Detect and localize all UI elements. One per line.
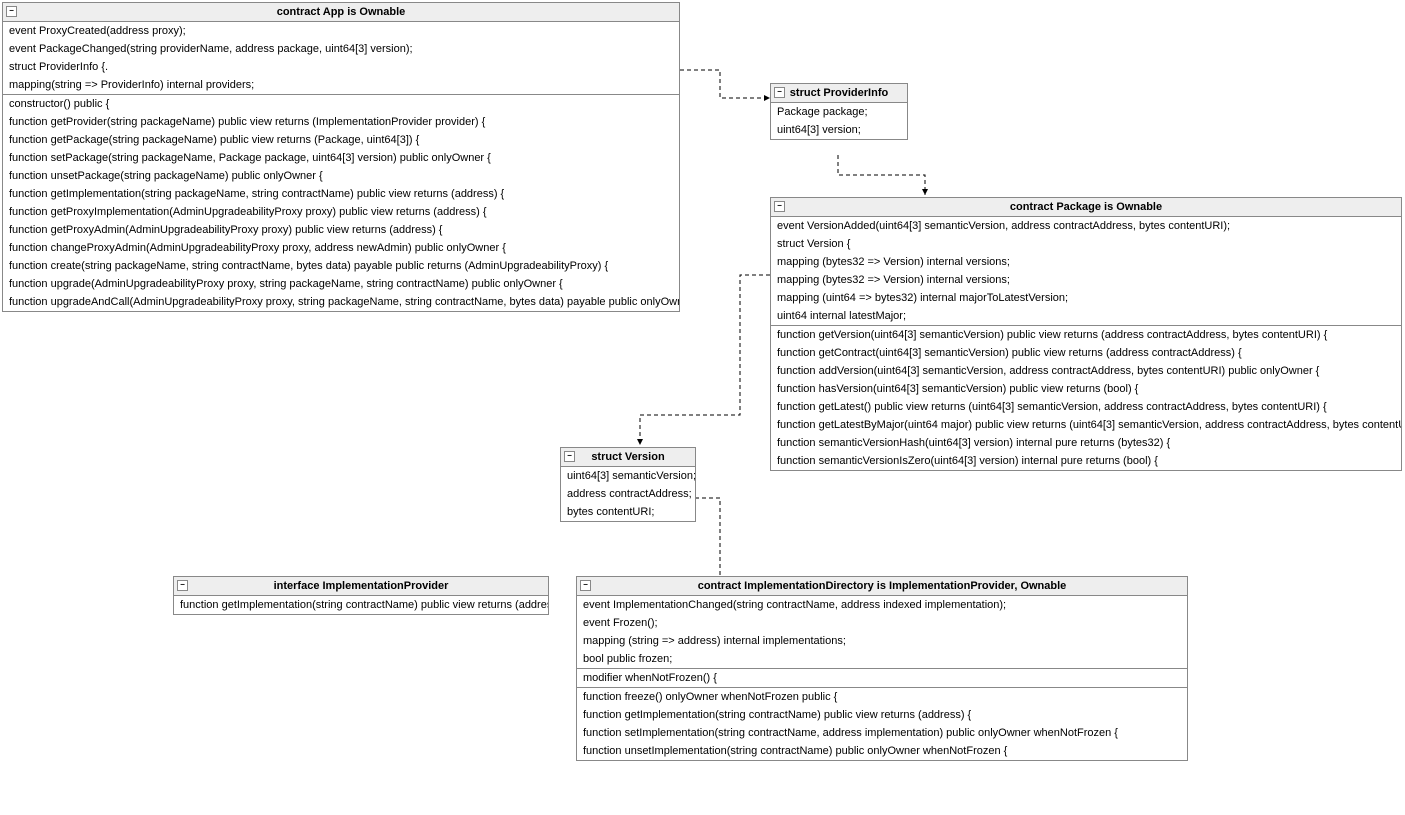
code-line: Package package; [771,103,907,121]
code-line: struct Version { [771,235,1401,253]
collapse-icon[interactable]: − [177,580,188,591]
collapse-icon[interactable]: − [774,201,785,212]
collapse-icon[interactable]: − [564,451,575,462]
idir-mods: modifier whenNotFrozen() { [577,669,1187,688]
code-line: uint64[3] version; [771,121,907,139]
code-line: function getImplementation(string packag… [3,185,679,203]
code-line: event ProxyCreated(address proxy); [3,22,679,40]
code-line: function upgradeAndCall(AdminUpgradeabil… [3,293,679,311]
code-line: function getContract(uint64[3] semanticV… [771,344,1401,362]
code-line: function getLatestByMajor(uint64 major) … [771,416,1401,434]
code-line: event PackageChanged(string providerName… [3,40,679,58]
code-line: function getProxyImplementation(AdminUpg… [3,203,679,221]
code-line: function semanticVersionIsZero(uint64[3]… [771,452,1401,470]
code-line: mapping (bytes32 => Version) internal ve… [771,271,1401,289]
code-line: function getPackage(string packageName) … [3,131,679,149]
package-funcs: function getVersion(uint64[3] semanticVe… [771,326,1401,470]
code-line: mapping (uint64 => bytes32) internal maj… [771,289,1401,307]
idir-contract: − contract ImplementationDirectory is Imp… [576,576,1188,761]
code-line: event ImplementationChanged(string contr… [577,596,1187,614]
code-line: mapping (string => address) internal imp… [577,632,1187,650]
code-line: function changeProxyAdmin(AdminUpgradeab… [3,239,679,257]
code-line: struct ProviderInfo {. [3,58,679,76]
iprov-interface: − interface ImplementationProvider functi… [173,576,549,615]
code-line: address contractAddress; [561,485,695,503]
code-line: function getVersion(uint64[3] semanticVe… [771,326,1401,344]
code-line: function hasVersion(uint64[3] semanticVe… [771,380,1401,398]
code-line: constructor() public { [3,95,679,113]
app-events: event ProxyCreated(address proxy); event… [3,22,679,95]
code-line: function unsetImplementation(string cont… [577,742,1187,760]
code-line: function getImplementation(string contra… [174,596,548,614]
code-line: uint64[3] semanticVersion; [561,467,695,485]
code-line: function setPackage(string packageName, … [3,149,679,167]
version-title: struct Version [591,451,664,463]
providerinfo-title: struct ProviderInfo [790,87,888,99]
code-line: bytes contentURI; [561,503,695,521]
code-line: function addVersion(uint64[3] semanticVe… [771,362,1401,380]
version-struct: − struct Version uint64[3] semanticVersio… [560,447,696,522]
app-title: contract App is Ownable [277,6,406,18]
code-line: function upgrade(AdminUpgradeabilityProx… [3,275,679,293]
code-line: function getImplementation(string contra… [577,706,1187,724]
app-contract: − contract App is Ownable event ProxyCrea… [2,2,680,312]
code-line: function unsetPackage(string packageName… [3,167,679,185]
code-line: function semanticVersionHash(uint64[3] v… [771,434,1401,452]
code-line: mapping(string => ProviderInfo) internal… [3,76,679,94]
code-line: event Frozen(); [577,614,1187,632]
providerinfo-struct: −struct ProviderInfo Package package; ui… [770,83,908,140]
iprov-title: interface ImplementationProvider [274,580,449,592]
code-line: function getProxyAdmin(AdminUpgradeabili… [3,221,679,239]
package-contract: − contract Package is Ownable event Versi… [770,197,1402,471]
idir-title: contract ImplementationDirectory is Impl… [698,580,1067,592]
collapse-icon[interactable]: − [6,6,17,17]
idir-events: event ImplementationChanged(string contr… [577,596,1187,669]
package-events: event VersionAdded(uint64[3] semanticVer… [771,217,1401,326]
code-line: modifier whenNotFrozen() { [577,669,1187,687]
collapse-icon[interactable]: − [580,580,591,591]
code-line: uint64 internal latestMajor; [771,307,1401,325]
app-funcs: constructor() public { function getProvi… [3,95,679,311]
code-line: mapping (bytes32 => Version) internal ve… [771,253,1401,271]
code-line: function getProvider(string packageName)… [3,113,679,131]
code-line: function create(string packageName, stri… [3,257,679,275]
idir-funcs: function freeze() onlyOwner whenNotFroze… [577,688,1187,760]
code-line: function getLatest() public view returns… [771,398,1401,416]
code-line: event VersionAdded(uint64[3] semanticVer… [771,217,1401,235]
package-title: contract Package is Ownable [1010,201,1162,213]
code-line: function setImplementation(string contra… [577,724,1187,742]
code-line: bool public frozen; [577,650,1187,668]
code-line: function freeze() onlyOwner whenNotFroze… [577,688,1187,706]
collapse-icon[interactable]: − [774,87,785,98]
